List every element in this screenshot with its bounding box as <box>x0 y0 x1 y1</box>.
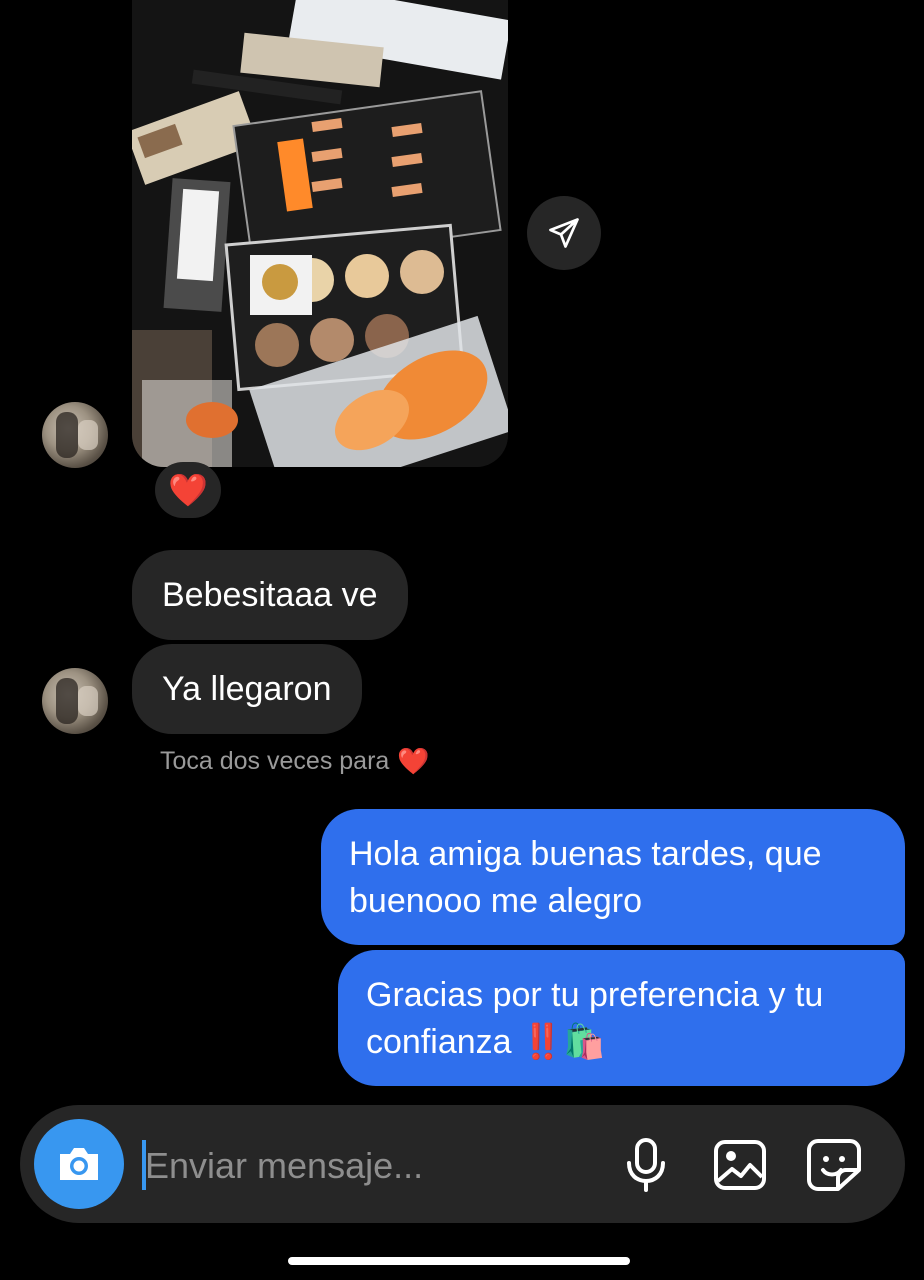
hint-text: Toca dos veces para <box>160 747 390 775</box>
sticker-icon <box>807 1139 861 1191</box>
double-tap-hint: Toca dos veces para ❤️ <box>160 746 430 777</box>
message-line: Gracias por tu preferencia y tu <box>366 976 824 1014</box>
heart-reaction[interactable]: ❤️ <box>155 462 221 518</box>
message-line: Hola amiga buenas tardes, que <box>349 835 822 873</box>
heart-icon: ❤️ <box>168 472 208 508</box>
microphone-button[interactable] <box>616 1135 676 1195</box>
sender-avatar[interactable] <box>42 402 108 468</box>
sender-avatar[interactable] <box>42 668 108 734</box>
sticker-button[interactable] <box>804 1135 864 1195</box>
camera-icon <box>60 1148 98 1180</box>
microphone-icon <box>627 1138 665 1192</box>
shared-photo[interactable] <box>132 0 508 467</box>
gallery-button[interactable] <box>710 1135 770 1195</box>
message-text: Ya llegaron <box>162 670 332 708</box>
message-text: Bebesitaaa ve <box>162 576 378 614</box>
message-input[interactable] <box>145 1140 585 1192</box>
home-indicator[interactable] <box>288 1257 630 1265</box>
camera-button[interactable] <box>34 1119 124 1209</box>
message-line: buenooo me alegro <box>349 882 643 920</box>
outgoing-message[interactable]: Hola amiga buenas tardes, que buenooo me… <box>321 809 905 945</box>
incoming-message[interactable]: Bebesitaaa ve <box>132 550 408 640</box>
paper-plane-icon <box>549 218 579 248</box>
incoming-message[interactable]: Ya llegaron <box>132 644 362 734</box>
message-line: confianza ‼️🛍️ <box>366 1023 606 1061</box>
makeup-products-image <box>132 0 508 467</box>
outgoing-message[interactable]: Gracias por tu preferencia y tu confianz… <box>338 950 905 1086</box>
share-button[interactable] <box>527 196 601 270</box>
gallery-icon <box>714 1140 766 1190</box>
heart-icon: ❤️ <box>397 746 430 776</box>
